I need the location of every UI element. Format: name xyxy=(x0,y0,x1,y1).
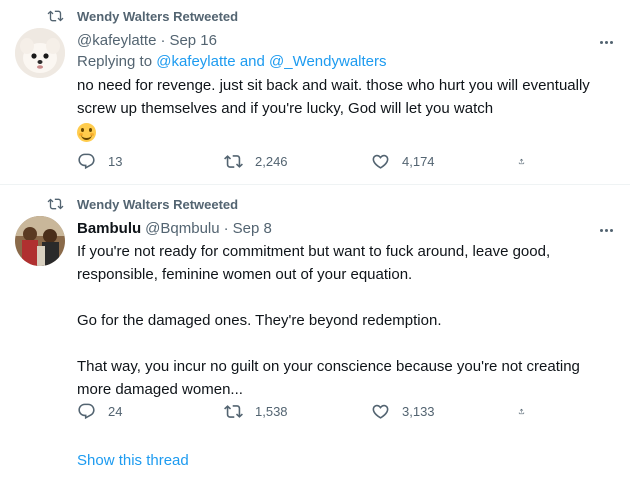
show-thread-link[interactable]: Show this thread xyxy=(77,452,189,469)
replying-to-link[interactable]: @kafeylatte and @_Wendywalters xyxy=(156,53,386,70)
retweet-context: Wendy Walters Retweeted xyxy=(46,196,238,212)
retweeted-by-label: Wendy Walters Retweeted xyxy=(77,8,239,24)
tweet-text: no need for revenge. just sit back and w… xyxy=(77,74,597,143)
retweet-button[interactable]: 1,538 xyxy=(224,402,334,421)
retweet-button[interactable]: 2,246 xyxy=(224,152,334,171)
tweet-header: @kafeylatte · Sep 16 xyxy=(77,30,616,50)
retweet-icon xyxy=(224,155,243,168)
like-count: 4,174 xyxy=(402,154,435,169)
retweet-icon xyxy=(224,405,243,418)
tweet-text-content: no need for revenge. just sit back and w… xyxy=(77,77,590,117)
smiling-face-emoji xyxy=(77,122,96,142)
replying-to-prefix: Replying to xyxy=(77,53,157,70)
tweet-actions: 24 1,538 3,133 xyxy=(77,402,537,421)
user-display-name[interactable]: Bambulu xyxy=(77,220,141,237)
tweet-header: Bambulu @Bqmbulu · Sep 8 xyxy=(77,218,616,238)
reply-icon xyxy=(78,153,95,170)
separator-dot: · xyxy=(223,219,229,237)
reply-count: 13 xyxy=(108,154,123,169)
retweet-count: 1,538 xyxy=(255,404,288,419)
reply-button[interactable]: 13 xyxy=(77,152,187,171)
heart-icon xyxy=(372,154,389,169)
user-handle[interactable]: @Bqmbulu xyxy=(145,220,219,237)
tweet-1[interactable]: Wendy Walters Retweeted @kafeylatte · Se… xyxy=(0,0,630,185)
avatar[interactable] xyxy=(15,28,65,78)
replying-to: Replying to @kafeylatte and @_Wendywalte… xyxy=(77,52,616,72)
more-options-icon[interactable] xyxy=(596,32,616,52)
retweet-icon xyxy=(47,198,64,210)
reply-button[interactable]: 24 xyxy=(77,402,187,421)
retweet-icon xyxy=(47,10,64,22)
share-icon xyxy=(518,158,525,165)
retweet-context: Wendy Walters Retweeted xyxy=(46,8,238,24)
tweet-2[interactable]: Wendy Walters Retweeted Bambulu @Bqmbulu… xyxy=(0,186,630,484)
more-options-icon[interactable] xyxy=(596,220,616,240)
tweet-text: If you're not ready for commitment but w… xyxy=(77,243,580,398)
tweet-date[interactable]: Sep 16 xyxy=(169,32,217,49)
reply-icon xyxy=(78,403,95,420)
tweet-date[interactable]: Sep 8 xyxy=(233,220,272,237)
share-icon xyxy=(518,408,525,415)
like-count: 3,133 xyxy=(402,404,435,419)
dog-avatar-image xyxy=(15,28,65,78)
retweeted-by-label: Wendy Walters Retweeted xyxy=(77,196,239,212)
heart-icon xyxy=(372,404,389,419)
separator-dot: · xyxy=(160,31,166,49)
reply-count: 24 xyxy=(108,404,123,419)
retweet-count: 2,246 xyxy=(255,154,288,169)
share-button[interactable] xyxy=(518,152,537,171)
avatar[interactable] xyxy=(15,216,65,266)
share-button[interactable] xyxy=(518,402,537,421)
user-handle[interactable]: @kafeylatte xyxy=(77,32,156,49)
group-photo-avatar-image xyxy=(15,216,65,266)
tweet-actions: 13 2,246 4,174 xyxy=(77,152,537,171)
like-button[interactable]: 3,133 xyxy=(371,402,481,421)
like-button[interactable]: 4,174 xyxy=(371,152,481,171)
